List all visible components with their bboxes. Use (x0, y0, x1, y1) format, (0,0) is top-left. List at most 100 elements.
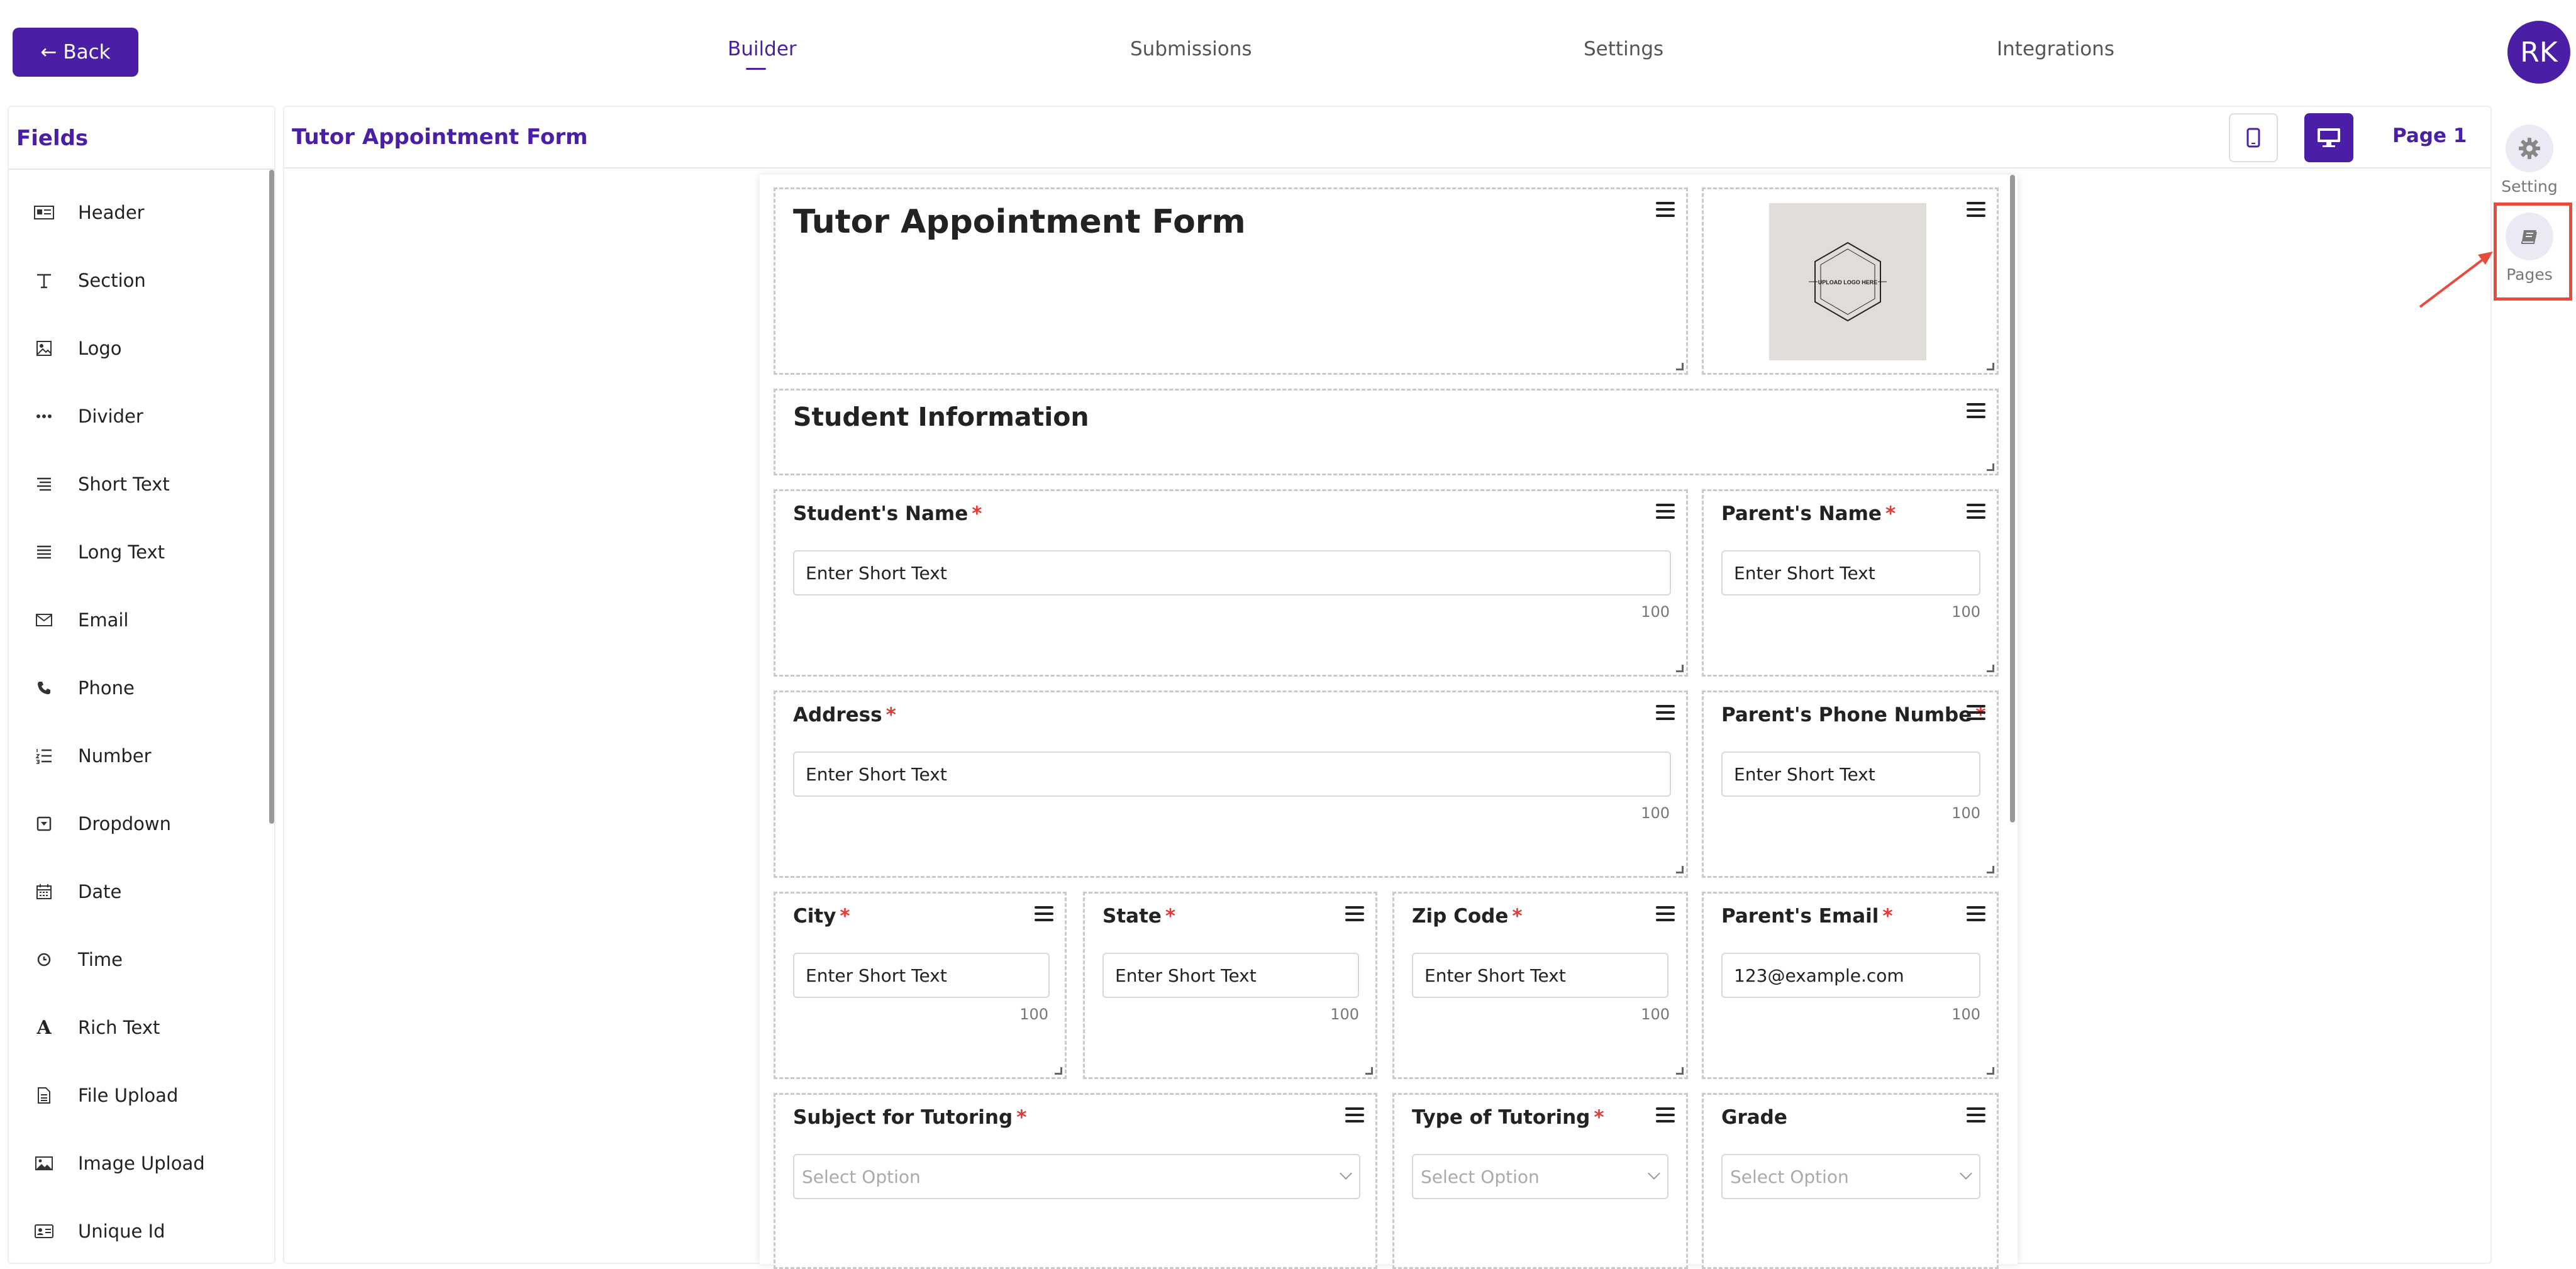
parent-phone-input[interactable]: Enter Short Text (1721, 751, 1980, 797)
tab-integrations[interactable]: Integrations (1997, 38, 2114, 60)
field-item-date[interactable]: Date (31, 879, 121, 904)
setting-button[interactable]: Setting (2494, 125, 2565, 196)
tab-submissions[interactable]: Submissions (1130, 38, 1252, 60)
resize-handle-icon[interactable] (1676, 363, 1684, 370)
field-item-logo[interactable]: Logo (31, 336, 122, 361)
city-input[interactable]: Enter Short Text (793, 953, 1050, 998)
fields-scrollbar[interactable] (269, 170, 274, 824)
upload-logo-icon: UPLOAD LOGO HERE (1809, 241, 1887, 322)
section-block[interactable]: Student Information (774, 389, 1999, 475)
form-name-title: Tutor Appointment Form (292, 125, 588, 150)
field-item-label: Unique Id (78, 1221, 165, 1242)
field-item-label: Number (78, 745, 152, 767)
drag-handle-icon[interactable] (1656, 906, 1675, 921)
form-title-block[interactable]: Tutor Appointment Form (774, 187, 1688, 375)
grade-field[interactable]: Grade Select Option (1702, 1093, 1999, 1269)
section-heading: Student Information (793, 402, 1089, 432)
drag-handle-icon[interactable] (1967, 504, 1985, 519)
field-item-header[interactable]: Header (31, 200, 145, 225)
drag-handle-icon[interactable] (1656, 1107, 1675, 1122)
field-item-unique-id[interactable]: Unique Id (31, 1219, 165, 1244)
field-item-rich-text[interactable]: A Rich Text (31, 1015, 160, 1040)
resize-handle-icon[interactable] (1987, 463, 1994, 471)
drag-handle-icon[interactable] (1656, 504, 1675, 519)
address-input[interactable]: Enter Short Text (793, 751, 1671, 797)
field-item-short-text[interactable]: Short Text (31, 472, 170, 497)
tutoring-type-field[interactable]: Type of Tutoring * Select Option (1392, 1093, 1688, 1269)
field-item-image-upload[interactable]: Image Upload (31, 1151, 205, 1176)
state-input[interactable]: Enter Short Text (1102, 953, 1359, 998)
field-item-time[interactable]: Time (31, 947, 123, 972)
user-avatar[interactable]: RK (2507, 21, 2570, 84)
drag-handle-icon[interactable] (1967, 202, 1985, 217)
drag-handle-icon[interactable] (1035, 906, 1053, 921)
drag-handle-icon[interactable] (1656, 202, 1675, 217)
resize-handle-icon[interactable] (1987, 1067, 1994, 1075)
tablet-view-button[interactable] (2229, 113, 2278, 162)
canvas-scrollbar[interactable] (2010, 175, 2015, 823)
drag-handle-icon[interactable] (1967, 1107, 1985, 1122)
field-item-number[interactable]: Number (31, 743, 152, 768)
required-mark: * (1885, 502, 1896, 525)
logo-placeholder-text: UPLOAD LOGO HERE (1818, 279, 1878, 285)
resize-handle-icon[interactable] (1676, 866, 1684, 873)
field-label: Parent's Name * (1721, 502, 1896, 525)
parent-phone-field[interactable]: Parent's Phone Numbe * Enter Short Text 1… (1702, 690, 1999, 878)
back-button[interactable]: ← Back (13, 28, 138, 77)
parent-name-input[interactable]: Enter Short Text (1721, 550, 1980, 596)
field-item-email[interactable]: Email (31, 607, 128, 633)
student-name-field[interactable]: Student's Name * Enter Short Text 100 (774, 489, 1688, 677)
parent-email-field[interactable]: Parent's Email * 123@example.com 100 (1702, 892, 1999, 1079)
drag-handle-icon[interactable] (1656, 705, 1675, 720)
long-text-icon (31, 540, 57, 565)
drag-handle-icon[interactable] (1967, 403, 1985, 418)
field-item-phone[interactable]: Phone (31, 675, 135, 701)
tab-builder[interactable]: Builder (728, 38, 797, 60)
drag-handle-icon[interactable] (1345, 1107, 1364, 1122)
student-name-input[interactable]: Enter Short Text (793, 550, 1671, 596)
drag-handle-icon[interactable] (1967, 906, 1985, 921)
required-mark: * (1165, 905, 1176, 928)
parent-name-field[interactable]: Parent's Name * Enter Short Text 100 (1702, 489, 1999, 677)
required-mark: * (886, 704, 896, 726)
field-item-section[interactable]: Section (31, 268, 146, 293)
field-item-dropdown[interactable]: Dropdown (31, 811, 171, 836)
subject-select[interactable]: Select Option (793, 1154, 1360, 1199)
resize-handle-icon[interactable] (1365, 1067, 1373, 1075)
tutoring-type-select[interactable]: Select Option (1412, 1154, 1668, 1199)
zip-code-input[interactable]: Enter Short Text (1412, 953, 1668, 998)
desktop-view-button[interactable] (2304, 113, 2353, 162)
resize-handle-icon[interactable] (1987, 866, 1994, 873)
field-item-file-upload[interactable]: File Upload (31, 1083, 178, 1108)
required-mark: * (1016, 1106, 1027, 1129)
field-item-long-text[interactable]: Long Text (31, 540, 165, 565)
drag-handle-icon[interactable] (1345, 906, 1364, 921)
field-item-label: Divider (78, 406, 143, 427)
parent-email-input[interactable]: 123@example.com (1721, 953, 1980, 998)
resize-handle-icon[interactable] (1987, 665, 1994, 672)
grade-select[interactable]: Select Option (1721, 1154, 1980, 1199)
envelope-icon (31, 607, 57, 633)
field-item-divider[interactable]: Divider (31, 404, 143, 429)
state-field[interactable]: State * Enter Short Text 100 (1083, 892, 1377, 1079)
resize-handle-icon[interactable] (1676, 665, 1684, 672)
header-icon (31, 200, 57, 225)
pages-highlight-box (2494, 202, 2572, 301)
city-field[interactable]: City * Enter Short Text 100 (774, 892, 1067, 1079)
page-selector[interactable]: Page 1 (2392, 125, 2467, 147)
resize-handle-icon[interactable] (1055, 1067, 1062, 1075)
field-label: City * (793, 905, 850, 928)
logo-placeholder-image[interactable]: UPLOAD LOGO HERE (1769, 203, 1926, 360)
zip-code-field[interactable]: Zip Code * Enter Short Text 100 (1392, 892, 1688, 1079)
resize-handle-icon[interactable] (1676, 1067, 1684, 1075)
drag-handle-icon[interactable] (1967, 705, 1985, 720)
select-placeholder: Select Option (802, 1166, 921, 1187)
fields-panel-title: Fields (16, 126, 89, 151)
logo-block[interactable]: UPLOAD LOGO HERE (1702, 187, 1999, 375)
subject-field[interactable]: Subject for Tutoring * Select Option (774, 1093, 1377, 1269)
tab-settings[interactable]: Settings (1584, 38, 1663, 60)
resize-handle-icon[interactable] (1987, 363, 1994, 370)
chevron-down-icon (1340, 1167, 1352, 1180)
char-limit: 100 (1951, 1006, 1980, 1023)
address-field[interactable]: Address * Enter Short Text 100 (774, 690, 1688, 878)
